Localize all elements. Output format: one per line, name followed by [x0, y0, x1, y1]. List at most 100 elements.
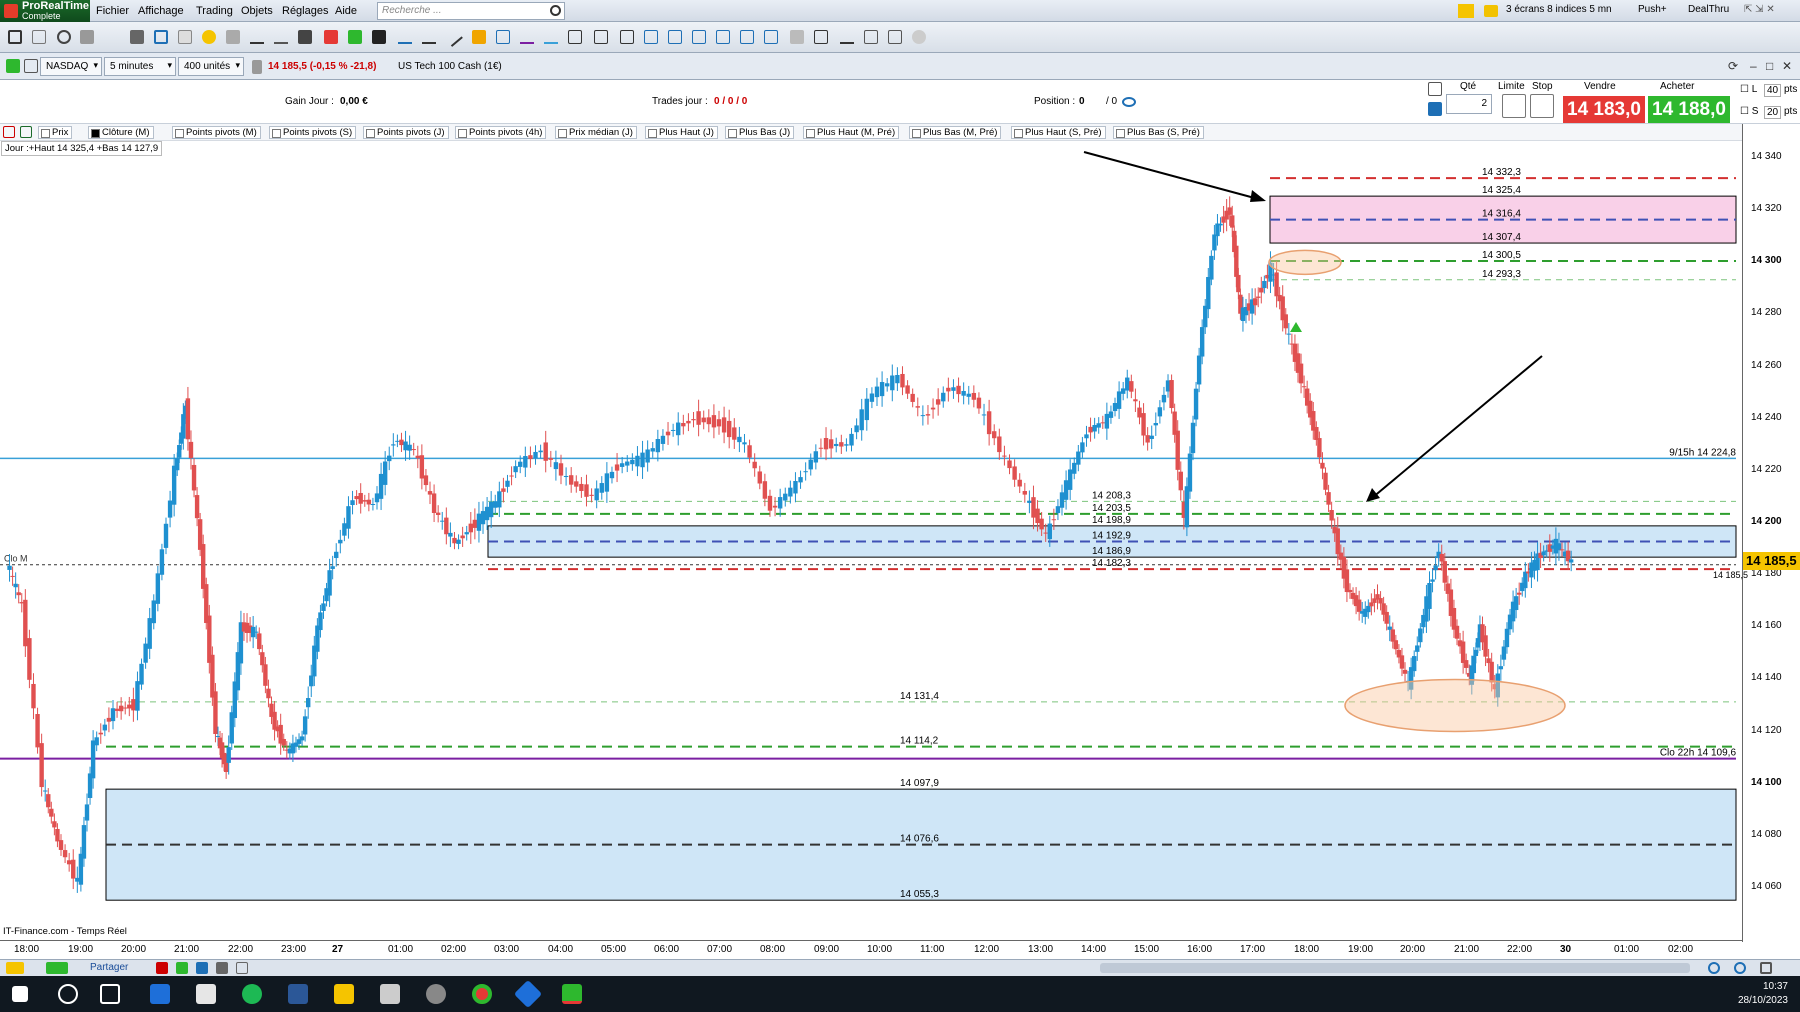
range6-icon[interactable]: [764, 30, 778, 44]
maximize-icon[interactable]: □: [1766, 59, 1773, 73]
indicator-toggle[interactable]: Plus Bas (J): [725, 126, 795, 139]
indicator-toggle[interactable]: Plus Bas (M, Pré): [909, 126, 1002, 139]
spotify-icon[interactable]: [242, 984, 262, 1004]
menu-fichier[interactable]: Fichier: [96, 5, 129, 17]
drive-icon[interactable]: [196, 984, 216, 1004]
pencil-icon[interactable]: [8, 30, 22, 44]
message-icon[interactable]: [1484, 5, 1498, 17]
range3-icon[interactable]: [692, 30, 706, 44]
add-indicator-icon[interactable]: [20, 126, 32, 138]
push-label[interactable]: Push+: [1638, 4, 1667, 15]
search-taskbar-icon[interactable]: [58, 984, 78, 1004]
ruler-icon[interactable]: [80, 30, 94, 44]
delete-icon[interactable]: [226, 30, 240, 44]
window-controls-icon[interactable]: ⇱ ⇲ ✕: [1744, 4, 1775, 15]
layers-icon[interactable]: [888, 30, 902, 44]
tool-app-icon[interactable]: [426, 984, 446, 1004]
layout-icon[interactable]: [216, 962, 228, 974]
zoom-out-icon[interactable]: [1708, 962, 1720, 974]
l-pts-input[interactable]: 40: [1764, 84, 1782, 97]
down-arrow-icon[interactable]: [324, 30, 338, 44]
search-icon[interactable]: [550, 5, 561, 16]
limit-order-icon[interactable]: [1502, 94, 1526, 118]
dealthru-label[interactable]: DealThru: [1688, 4, 1729, 15]
trend-icon[interactable]: [422, 30, 436, 44]
range2-icon[interactable]: [668, 30, 682, 44]
dash-icon[interactable]: [840, 30, 854, 44]
rect-icon[interactable]: [594, 30, 608, 44]
store-icon[interactable]: [150, 984, 170, 1004]
link-icon[interactable]: [24, 59, 38, 73]
price-chart[interactable]: 14 332,3 14 325,4 14 316,4 14 307,4 14 300,5…: [0, 142, 1742, 942]
share-button[interactable]: Partager: [86, 961, 132, 975]
tools-icon[interactable]: [1428, 82, 1442, 96]
indicator-toggle[interactable]: Clôture (M): [88, 126, 154, 139]
chrome-icon[interactable]: [472, 984, 492, 1004]
text-icon[interactable]: [620, 30, 634, 44]
calculator-icon[interactable]: [380, 984, 400, 1004]
keyboard-icon[interactable]: [1428, 102, 1442, 116]
s-checkbox[interactable]: ☐ S: [1740, 106, 1758, 117]
scroll-left-icon[interactable]: [236, 962, 248, 974]
s-pts-input[interactable]: 20: [1764, 106, 1782, 119]
word-icon[interactable]: [288, 984, 308, 1004]
line-tool-icon[interactable]: [250, 30, 264, 44]
range-icon[interactable]: [644, 30, 658, 44]
copy-icon[interactable]: [178, 30, 192, 44]
cyan-line-icon[interactable]: [544, 30, 558, 44]
search-input[interactable]: Recherche ...: [377, 2, 565, 20]
menu-aide[interactable]: Aide: [335, 5, 357, 17]
indicator-toggle[interactable]: Plus Haut (S, Pré): [1011, 126, 1106, 139]
text-box-icon[interactable]: [568, 30, 582, 44]
position-detail-icon[interactable]: [1122, 97, 1136, 107]
alert-icon[interactable]: [202, 30, 216, 44]
grid-icon[interactable]: [864, 30, 878, 44]
indicator-toggle[interactable]: Prix médian (J): [555, 126, 637, 139]
sell-button[interactable]: 14 183,0: [1563, 96, 1645, 123]
up-arrow-icon[interactable]: [348, 30, 362, 44]
layout-label[interactable]: 3 écrans 8 indices 5 mn: [1506, 4, 1612, 15]
qty-input[interactable]: 2: [1446, 94, 1492, 114]
chart-type-icon[interactable]: [6, 59, 20, 73]
fit-icon[interactable]: [1760, 962, 1772, 974]
pointer-icon[interactable]: [298, 30, 312, 44]
indicator-toggle[interactable]: Points pivots (S): [269, 126, 357, 139]
print-icon[interactable]: [156, 962, 168, 974]
right-arrow-icon[interactable]: [372, 30, 386, 44]
channel-icon[interactable]: [496, 30, 510, 44]
indicator-toggle[interactable]: Prix: [38, 126, 73, 139]
horizontal-scrollbar[interactable]: [1100, 963, 1690, 973]
label-icon[interactable]: [814, 30, 828, 44]
range4-icon[interactable]: [716, 30, 730, 44]
l-checkbox[interactable]: ☐ L: [1740, 84, 1757, 95]
zoom-in-icon[interactable]: [1734, 962, 1746, 974]
segment-icon[interactable]: [274, 30, 288, 44]
remove-indicator-icon[interactable]: [3, 126, 15, 138]
task-view-icon[interactable]: [100, 984, 120, 1004]
export-icon[interactable]: [176, 962, 188, 974]
indicator-toggle[interactable]: Plus Bas (S, Pré): [1113, 126, 1204, 139]
measure-icon[interactable]: [130, 30, 144, 44]
buy-button[interactable]: 14 188,0: [1648, 96, 1730, 123]
indicator-toggle[interactable]: Points pivots (M): [172, 126, 261, 139]
pen-icon[interactable]: [1458, 4, 1474, 18]
time-axis[interactable]: 18:00 19:00 20:00 21:00 22:00 23:00 27 01:00 02:…: [0, 940, 1742, 959]
refresh-icon[interactable]: ⟳: [1728, 59, 1738, 73]
indicator-toggle[interactable]: Points pivots (4h): [455, 126, 547, 139]
indicator-toggle[interactable]: Plus Haut (J): [645, 126, 718, 139]
market-dropdown[interactable]: NASDAQ: [40, 57, 102, 76]
range5-icon[interactable]: [740, 30, 754, 44]
menu-affichage[interactable]: Affichage: [138, 5, 184, 17]
timeframe-dropdown[interactable]: 5 minutes: [104, 57, 176, 76]
draw-mode-icon[interactable]: [6, 962, 24, 974]
price-axis[interactable]: 14 340 14 320 14 300 14 280 14 260 14 240 14 2…: [1713, 124, 1800, 942]
menu-trading[interactable]: Trading: [196, 5, 233, 17]
fib-icon[interactable]: [472, 30, 486, 44]
chart-app-icon[interactable]: [562, 984, 582, 1004]
prorealtime-taskbar-icon[interactable]: [513, 979, 543, 1009]
zoom-icon[interactable]: [57, 30, 71, 44]
close-icon[interactable]: ✕: [1782, 59, 1792, 73]
indicator-toggle[interactable]: Plus Haut (M, Pré): [803, 126, 900, 139]
chart-style-icon[interactable]: [46, 962, 68, 974]
info-icon[interactable]: [252, 60, 262, 74]
